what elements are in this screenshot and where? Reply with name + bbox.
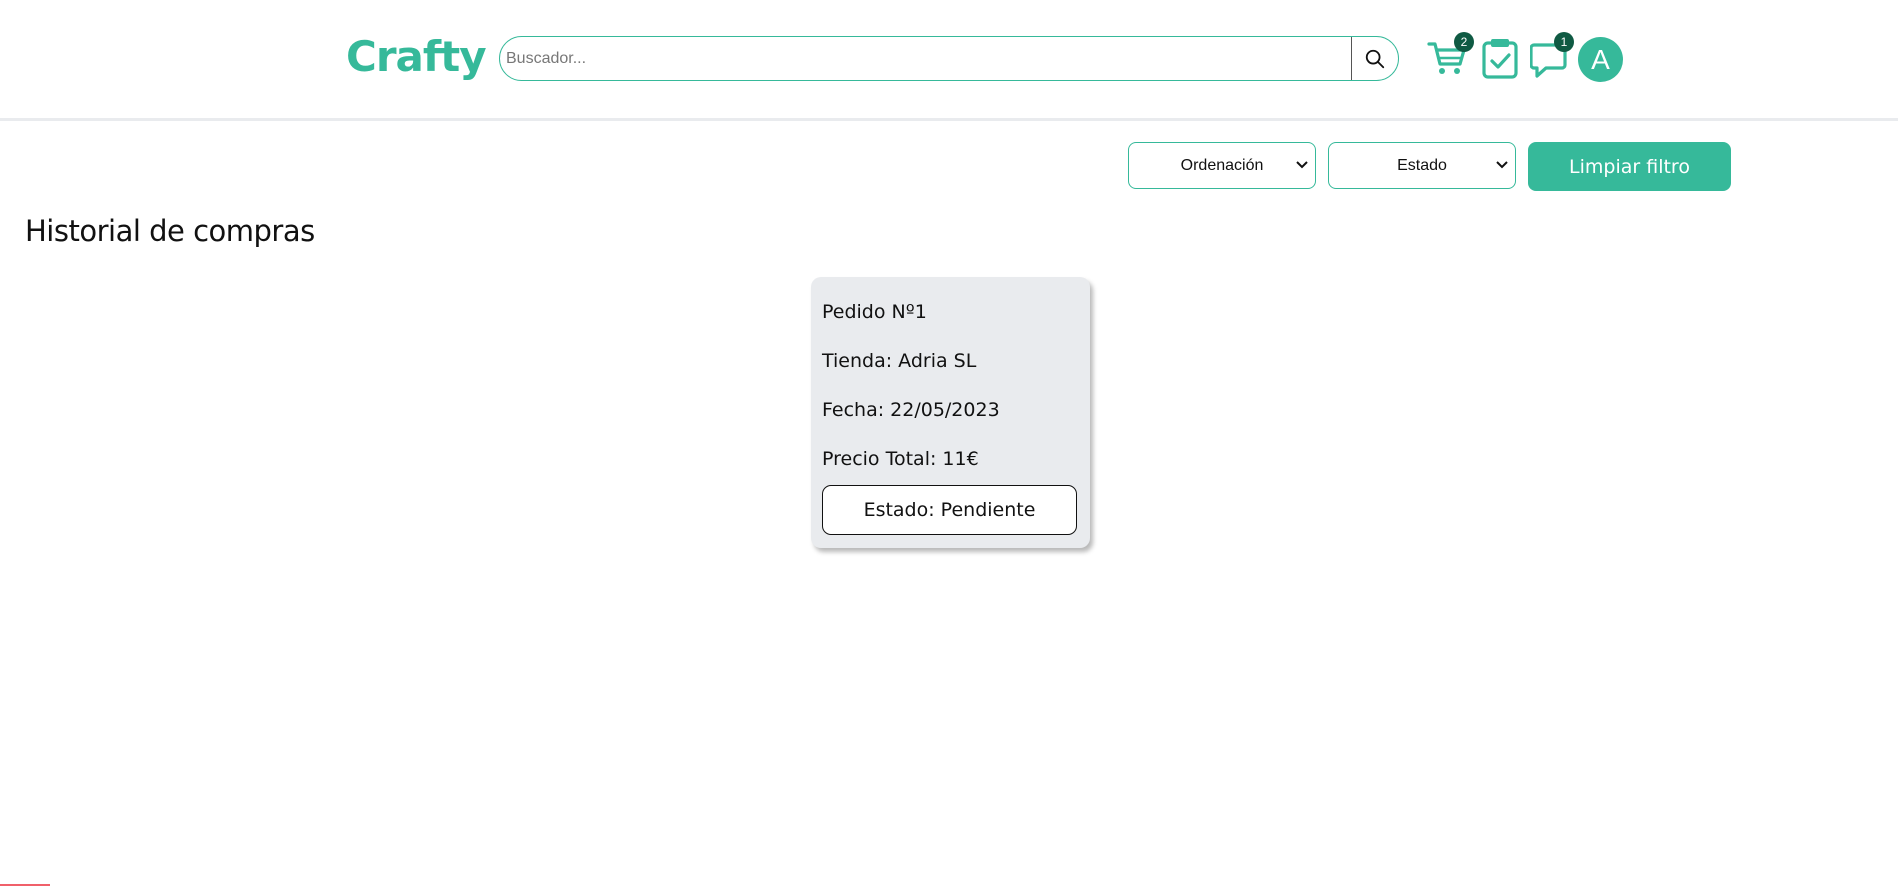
top-header: Crafty 2 1 A [0,0,1898,121]
messages-count-badge: 1 [1554,32,1574,52]
order-date: Fecha: 22/05/2023 [822,399,1000,421]
chevron-down-icon [1296,161,1308,169]
clear-filter-button[interactable]: Limpiar filtro [1528,142,1731,191]
order-card: Pedido Nº1 Tienda: Adria SL Fecha: 22/05… [811,277,1090,548]
orders-button[interactable] [1481,38,1521,82]
search-icon [1365,49,1385,68]
search-input[interactable] [500,37,1351,80]
chevron-down-icon [1496,161,1508,169]
crafty-logo[interactable]: Crafty [346,30,487,82]
order-number: Pedido Nº1 [822,301,927,323]
page-title: Historial de compras [25,214,315,248]
search-bar [499,36,1399,81]
order-store: Tienda: Adria SL [822,350,977,372]
cart-button[interactable]: 2 [1426,32,1474,81]
status-select-label: Estado [1397,156,1447,174]
user-avatar[interactable]: A [1578,37,1623,82]
order-status-button[interactable]: Estado: Pendiente [822,485,1077,535]
search-button[interactable] [1351,37,1398,80]
order-total: Precio Total: 11€ [822,448,979,470]
sort-select-label: Ordenación [1180,156,1264,174]
cart-count-badge: 2 [1454,32,1474,52]
sort-select[interactable]: Ordenación [1128,142,1316,189]
clipboard-check-icon [1482,39,1518,79]
status-select[interactable]: Estado [1328,142,1516,189]
messages-button[interactable]: 1 [1529,32,1574,81]
